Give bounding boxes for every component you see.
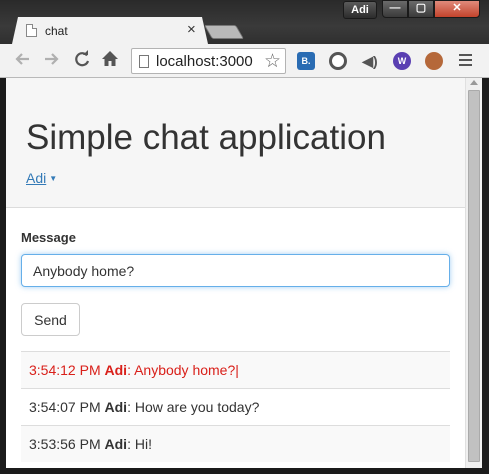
maximize-button[interactable]: ▢ xyxy=(408,0,434,18)
message-input[interactable] xyxy=(21,254,450,287)
message-row: 3:54:07 PM Adi: How are you today? xyxy=(21,388,450,425)
message-text: How are you today? xyxy=(134,399,260,415)
tab-close-icon[interactable]: × xyxy=(187,21,196,38)
caret-down-icon: ▼ xyxy=(49,174,58,183)
address-url[interactable]: localhost:3000 xyxy=(156,53,253,70)
message-author: Adi xyxy=(104,362,128,378)
scroll-thumb[interactable] xyxy=(468,90,480,462)
address-bar[interactable]: localhost:3000 ☆ xyxy=(131,48,286,74)
reload-icon[interactable] xyxy=(72,50,92,72)
message-time: 3:54:07 PM xyxy=(29,399,101,415)
message-author: Adi xyxy=(104,399,128,415)
vertical-scrollbar[interactable] xyxy=(465,78,482,468)
user-menu-dropdown[interactable]: Adi ▼ xyxy=(26,170,57,186)
tab-title: chat xyxy=(45,24,68,38)
message-time: 3:53:56 PM xyxy=(29,436,101,452)
message-label: Message xyxy=(21,230,76,245)
message-list: 3:54:12 PM Adi: Anybody home?| 3:54:07 P… xyxy=(21,351,450,462)
browser-tab[interactable]: chat × xyxy=(12,17,208,44)
back-icon[interactable] xyxy=(12,50,32,72)
message-text: Hi! xyxy=(134,436,152,452)
message-row: 3:54:12 PM Adi: Anybody home?| xyxy=(21,351,450,388)
bookmarks-extension-icon[interactable]: B. xyxy=(297,52,315,70)
audio-extension-icon[interactable]: ◀) xyxy=(361,52,379,70)
page-title: Simple chat application xyxy=(26,118,386,157)
minimize-button[interactable]: — xyxy=(382,0,408,18)
home-icon[interactable] xyxy=(100,50,120,72)
message-text: Anybody home? xyxy=(134,362,236,378)
bookmark-star-icon[interactable]: ☆ xyxy=(264,50,281,73)
message-author: Adi xyxy=(104,436,128,452)
tab-page-icon xyxy=(26,24,37,37)
header-jumbotron: Simple chat application Adi ▼ xyxy=(6,78,465,208)
avatar-extension-icon[interactable] xyxy=(425,52,443,70)
message-separator: : xyxy=(127,399,135,415)
close-window-button[interactable]: ✕ xyxy=(434,0,480,18)
w3-extension-icon[interactable]: W xyxy=(393,52,411,70)
menu-icon[interactable] xyxy=(459,54,472,69)
page-icon xyxy=(139,55,149,68)
send-button[interactable]: Send xyxy=(21,303,80,336)
message-row: 3:53:56 PM Adi: Hi! xyxy=(21,425,450,462)
message-separator: : xyxy=(127,436,135,452)
scroll-up-arrow-icon[interactable] xyxy=(470,80,478,85)
sync-extension-icon[interactable] xyxy=(329,52,347,70)
message-time: 3:54:12 PM xyxy=(29,362,101,378)
forward-icon[interactable] xyxy=(42,50,62,72)
window-controls: — ▢ ✕ xyxy=(382,0,480,18)
page-viewport: Simple chat application Adi▼ Message Sen… xyxy=(6,78,482,468)
window-user-badge[interactable]: Adi xyxy=(343,1,377,19)
browser-toolbar: localhost:3000 ☆ B. ◀) W xyxy=(0,44,489,78)
user-menu-label: Adi xyxy=(26,170,47,186)
